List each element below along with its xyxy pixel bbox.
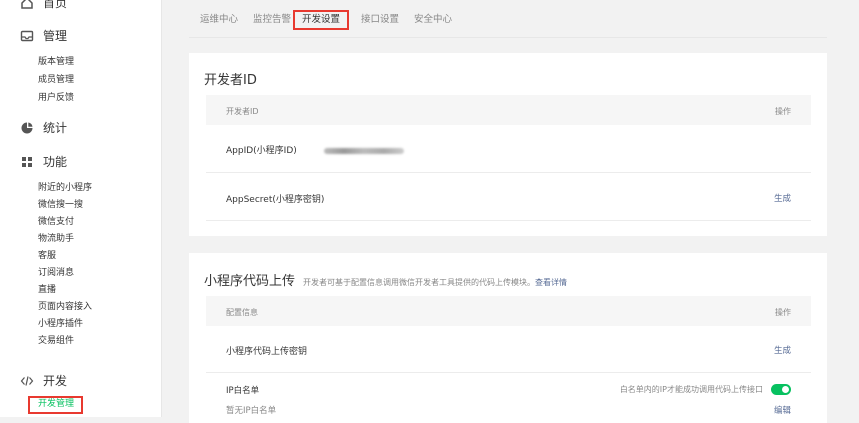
- tab-dev-settings[interactable]: 开发设置: [293, 10, 350, 30]
- detail-link[interactable]: 查看详情: [535, 278, 567, 287]
- sidebar-item-members[interactable]: 成员管理: [38, 72, 74, 85]
- sidebar-section-home[interactable]: 首页: [20, 0, 67, 11]
- sidebar-section-label: 首页: [43, 0, 68, 10]
- sidebar-item-dev-manage[interactable]: 开发管理: [28, 396, 84, 414]
- sidebar-item-trade[interactable]: 交易组件: [38, 333, 74, 346]
- sidebar-item-plugins[interactable]: 小程序插件: [38, 316, 83, 329]
- appsecret-label: AppSecret(小程序密钥): [226, 195, 325, 205]
- header-developer-id: 开发者ID: [226, 107, 259, 116]
- sidebar-item-search[interactable]: 微信搜一搜: [38, 197, 83, 210]
- code-upload-title-text: 小程序代码上传: [204, 274, 296, 289]
- sidebar-section-label: 管理: [43, 29, 68, 43]
- code-upload-table-header: 配置信息 操作: [206, 296, 811, 326]
- tab-security[interactable]: 安全中心: [414, 10, 452, 30]
- home-icon: [20, 0, 34, 10]
- code-upload-card: 小程序代码上传 开发者可基于配置信息调用微信开发者工具提供的代码上传模块。查看详情…: [189, 253, 827, 423]
- header-config-info: 配置信息: [226, 308, 258, 317]
- sidebar-item-nearby[interactable]: 附近的小程序: [38, 180, 92, 193]
- upload-key-generate-link[interactable]: 生成: [774, 344, 791, 356]
- tabs-divider: [189, 37, 827, 38]
- tab-api-settings[interactable]: 接口设置: [361, 10, 399, 30]
- pie-chart-icon: [20, 121, 34, 135]
- sidebar-item-content[interactable]: 页面内容接入: [38, 299, 92, 312]
- appsecret-generate-link[interactable]: 生成: [774, 192, 791, 204]
- sidebar-item-feedback[interactable]: 用户反馈: [38, 90, 74, 103]
- appid-value-redacted: [323, 147, 404, 154]
- developer-id-title: 开发者ID: [204, 73, 257, 88]
- appid-label-text: AppID(小程序ID): [226, 146, 297, 156]
- inbox-icon: [20, 29, 34, 43]
- code-icon: [20, 374, 34, 388]
- sidebar-section-label: 功能: [43, 155, 68, 169]
- sidebar-section-dev[interactable]: 开发: [20, 372, 67, 389]
- code-upload-title: 小程序代码上传 开发者可基于配置信息调用微信开发者工具提供的代码上传模块。查看详情: [204, 270, 567, 289]
- sidebar-item-version[interactable]: 版本管理: [38, 54, 74, 67]
- sidebar-item-live[interactable]: 直播: [38, 282, 56, 295]
- row-divider: [206, 220, 811, 221]
- sidebar: 首页 管理 版本管理 成员管理 用户反馈 统计 功能 附近的小程序 微信搜一搜 …: [0, 0, 162, 417]
- grid-icon: [20, 155, 34, 169]
- tab-ops[interactable]: 运维中心: [200, 10, 238, 30]
- sidebar-item-logistics[interactable]: 物流助手: [38, 231, 74, 244]
- sidebar-section-label: 开发: [43, 374, 68, 388]
- sidebar-section-features[interactable]: 功能: [20, 153, 67, 170]
- ip-whitelist-empty: 暂无IP白名单: [226, 406, 277, 416]
- row-divider: [206, 172, 811, 173]
- sidebar-section-stats[interactable]: 统计: [20, 119, 67, 136]
- row-divider: [206, 372, 811, 373]
- appid-label: AppID(小程序ID): [226, 143, 404, 156]
- ip-whitelist-edit-link[interactable]: 编辑: [774, 404, 791, 416]
- code-upload-subtitle-text: 开发者可基于配置信息调用微信开发者工具提供的代码上传模块。: [303, 278, 536, 287]
- ip-whitelist-toggle[interactable]: [771, 384, 791, 395]
- sidebar-section-manage[interactable]: 管理: [20, 27, 67, 44]
- ip-whitelist-hint: 白名单内的IP才能成功调用代码上传接口: [619, 385, 763, 394]
- developer-id-card: 开发者ID 开发者ID 操作 AppID(小程序ID) AppSecret(小程…: [189, 53, 827, 236]
- upload-key-label: 小程序代码上传密钥: [226, 347, 308, 357]
- header-action: 操作: [775, 107, 791, 116]
- sidebar-item-service[interactable]: 客服: [38, 248, 56, 261]
- sidebar-item-subscribe[interactable]: 订阅消息: [38, 265, 74, 278]
- code-upload-subtitle: 开发者可基于配置信息调用微信开发者工具提供的代码上传模块。查看详情: [303, 278, 567, 287]
- tab-monitor[interactable]: 监控告警: [253, 10, 291, 30]
- sidebar-item-pay[interactable]: 微信支付: [38, 214, 74, 227]
- developer-id-table-header: 开发者ID 操作: [206, 95, 811, 125]
- sidebar-section-label: 统计: [43, 121, 68, 135]
- header-action: 操作: [775, 308, 791, 317]
- ip-whitelist-label: IP白名单: [226, 386, 260, 396]
